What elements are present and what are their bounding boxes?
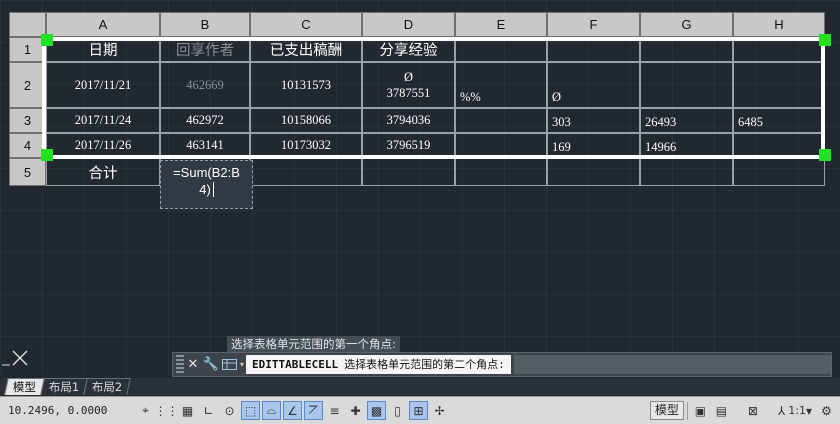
command-bar-grip[interactable] <box>176 354 184 375</box>
table-cell-h3[interactable]: 6485 <box>733 108 825 133</box>
table-cell-c5[interactable] <box>250 158 362 186</box>
column-header-d[interactable]: D <box>362 12 455 37</box>
table-cell-d2[interactable]: Ø 3787551 <box>362 62 455 108</box>
table-cell-e5[interactable] <box>455 158 547 186</box>
command-prompt[interactable]: EDITTABLECELL 选择表格单元范围的第二个角点: <box>246 355 511 374</box>
selection-grip-top-left[interactable] <box>41 34 53 46</box>
isodraft-icon[interactable]: ⬚ <box>241 401 260 420</box>
table-cell-g5[interactable] <box>640 158 733 186</box>
command-line[interactable]: ✕ 🔧 ▾ EDITTABLECELL 选择表格单元范围的第二个角点: <box>172 352 832 377</box>
tab-layout1[interactable]: 布局1 <box>40 378 89 395</box>
wrench-icon[interactable]: 🔧 <box>202 356 220 374</box>
snap-mode-icon[interactable]: ⋮⋮ <box>155 401 179 420</box>
ortho-mode-icon[interactable]: ∟ <box>199 401 218 420</box>
table-cell-c3[interactable]: 10158066 <box>250 108 362 133</box>
transparency-icon[interactable]: ▩ <box>367 401 386 420</box>
table-cell-b3[interactable]: 462972 <box>160 108 250 133</box>
table-cell-a4[interactable]: 2017/11/26 <box>46 133 160 158</box>
infer-constraints-icon[interactable]: ⌖ <box>136 401 155 420</box>
annotation-visibility-icon[interactable]: ⊠ <box>733 401 773 420</box>
column-header-a[interactable]: A <box>46 12 160 37</box>
column-header-g[interactable]: G <box>640 12 733 37</box>
row-header-2[interactable]: 2 <box>9 62 46 108</box>
column-header-e[interactable]: E <box>455 12 547 37</box>
row-header-3[interactable]: 3 <box>9 108 46 133</box>
selection-cycling-icon[interactable]: ▯ <box>388 401 407 420</box>
table-cell-h4[interactable] <box>733 133 825 158</box>
table-cell-b4[interactable]: 463141 <box>160 133 250 158</box>
table-cell-h5[interactable] <box>733 158 825 186</box>
tab-model[interactable]: 模型 <box>4 378 45 395</box>
grid-display-icon[interactable]: ▦ <box>178 401 197 420</box>
editor-line-1: =Sum(B2:B <box>173 165 240 180</box>
table-cell-e4[interactable] <box>455 133 547 158</box>
table-cell-d5[interactable] <box>362 158 455 186</box>
table-cell-e3[interactable] <box>455 108 547 133</box>
table-cell-c4[interactable]: 10173032 <box>250 133 362 158</box>
table-cell-f4[interactable]: 169 <box>547 133 640 158</box>
quick-view-drawings-icon[interactable]: ▤ <box>712 401 731 420</box>
table-cell-f3[interactable]: 303 <box>547 108 640 133</box>
column-header-b[interactable]: B <box>160 12 250 37</box>
command-name: EDITTABLECELL <box>252 358 339 371</box>
selection-grip-bottom-right[interactable] <box>819 149 831 161</box>
table-cell-g1[interactable] <box>640 37 733 62</box>
table-cell-g4[interactable]: 14966 <box>640 133 733 158</box>
coordinate-readout: 10.2496, 0.0000 <box>8 404 108 417</box>
table-cell-b1[interactable]: 回享作者 <box>160 37 250 62</box>
cell-text-editor[interactable]: =Sum(B2:B 4) <box>160 160 253 209</box>
polar-tracking-icon[interactable]: ⊙ <box>220 401 239 420</box>
tab-layout2[interactable]: 布局2 <box>83 378 132 395</box>
selection-grip-bottom-left[interactable] <box>41 149 53 161</box>
table-cell-a5[interactable]: 合计 <box>46 158 160 186</box>
table-cell-c1[interactable]: 已支出稿酬 <box>250 37 362 62</box>
table-cell-a1[interactable]: 日期 <box>46 37 160 62</box>
text-cursor <box>212 182 214 197</box>
annotation-monitor-icon[interactable]: ⊞ <box>409 401 428 420</box>
status-bar: 10.2496, 0.0000 ⌖ ⋮⋮ ▦ ∟ ⊙ ⬚ ⌓ ∠ ⦢ ≡ ✚ ▩… <box>0 396 840 424</box>
selection-grip-top-right[interactable] <box>819 34 831 46</box>
column-header-c[interactable]: C <box>250 12 362 37</box>
object-snap-icon[interactable]: ∠ <box>283 401 302 420</box>
workspace-switch-icon[interactable]: ⚙ <box>817 401 836 420</box>
layout-tabs: 模型 布局1 布局2 <box>0 378 840 395</box>
annotation-scale-value: 1:1 <box>788 404 806 417</box>
table-cell-b2[interactable]: 462669 <box>160 62 250 108</box>
editor-line-2: 4) <box>161 181 252 198</box>
table-cell-d4[interactable]: 3796519 <box>362 133 455 158</box>
lineweight-icon[interactable]: ≡ <box>325 401 344 420</box>
row-header-5[interactable]: 5 <box>9 158 46 186</box>
table-cell-c2[interactable]: 10131573 <box>250 62 362 108</box>
annotation-scale-icon[interactable]: ⅄ 1:1 ▾ <box>775 401 815 420</box>
table-cell-e2[interactable]: %% <box>455 62 547 108</box>
table-cell-a2[interactable]: 2017/11/21 <box>46 62 160 108</box>
table-cell-f2[interactable]: Ø <box>547 62 640 108</box>
quick-view-layouts-icon[interactable]: ▣ <box>691 401 710 420</box>
table-cell-g3[interactable]: 26493 <box>640 108 733 133</box>
model-space-button[interactable]: 模型 <box>649 401 684 420</box>
command-input[interactable] <box>513 355 831 374</box>
table-cell-f5[interactable] <box>547 158 640 186</box>
table-icon[interactable]: ▾ <box>220 356 246 374</box>
command-prompt-text: 选择表格单元范围的第二个角点: <box>344 358 505 371</box>
column-header-h[interactable]: H <box>733 12 825 37</box>
command-history-line: 选择表格单元范围的第一个角点: <box>227 336 400 352</box>
quick-properties-icon[interactable]: ✢ <box>430 401 449 420</box>
dynamic-ucs-icon[interactable]: ⦢ <box>304 401 323 420</box>
table-cell-a3[interactable]: 2017/11/24 <box>46 108 160 133</box>
status-separator <box>686 401 688 420</box>
table-cell-g2[interactable] <box>640 62 733 108</box>
table-cell-d3[interactable]: 3794036 <box>362 108 455 133</box>
table-cell-e1[interactable] <box>455 37 547 62</box>
ucs-icon <box>2 350 28 366</box>
table-cell-d1[interactable]: 分享经验 <box>362 37 455 62</box>
table-cell-f1[interactable] <box>547 37 640 62</box>
close-icon[interactable]: ✕ <box>184 356 202 374</box>
column-header-f[interactable]: F <box>547 12 640 37</box>
table-cell-h1[interactable] <box>733 37 825 62</box>
object-snap-tracking-icon[interactable]: ⌓ <box>262 401 281 420</box>
table-cell-h2[interactable] <box>733 62 825 108</box>
dynamic-input-icon[interactable]: ✚ <box>346 401 365 420</box>
